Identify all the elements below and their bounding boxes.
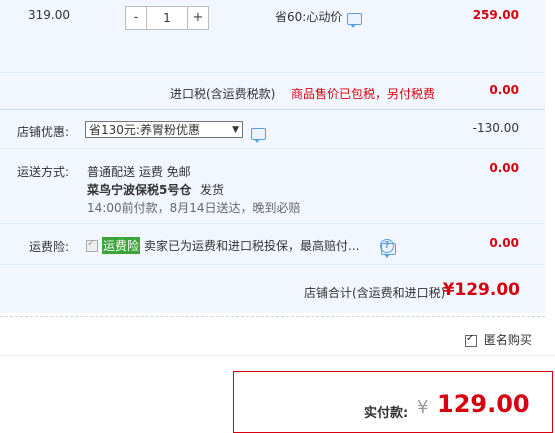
qty-plus-button[interactable]: + — [187, 6, 209, 30]
question-circle-icon[interactable]: ? — [380, 239, 394, 253]
shipping-warehouse: 菜鸟宁波保税5号仓 — [87, 183, 192, 197]
anonymous-checkbox[interactable] — [465, 333, 477, 347]
item-row: 319.00 - 1 + 省60:心动价 259.00 — [0, 0, 545, 72]
chat-bubble-icon[interactable] — [251, 127, 266, 143]
insurance-desc: 卖家已为运费和进口税投保，最高赔付... — [144, 239, 360, 253]
anonymous-label: 匿名购买 — [483, 333, 532, 347]
import-tax-row: 进口税(含运费税款) 商品售价已包税，另付税费 0.00 — [0, 73, 545, 109]
quantity-stepper: - 1 + — [125, 6, 209, 30]
shipping-ship-text: 发货 — [200, 183, 225, 197]
insurance-label: 运费险: — [29, 240, 70, 254]
item-subtotal: 259.00 — [472, 8, 519, 22]
qty-minus-button[interactable]: - — [125, 6, 147, 30]
payment-label: 实付款: — [364, 406, 409, 421]
shipping-method: 普通配送 运费 免邮 — [87, 165, 191, 179]
insurance-value: 0.00 — [489, 236, 519, 250]
import-tax-label: 进口税(含运费税款) — [170, 87, 276, 101]
store-total-row: 店铺合计(含运费和进口税) ¥129.00 — [0, 265, 545, 313]
import-tax-value: 0.00 — [489, 83, 519, 97]
payment-currency: ¥ — [417, 397, 429, 418]
payment-box: 实付款: ¥ 129.00 — [233, 371, 553, 433]
store-total-value: ¥129.00 — [442, 280, 520, 300]
payment-amount: 129.00 — [437, 390, 530, 418]
store-discount-row: 店铺优惠: -130.00 — [0, 110, 545, 148]
chat-bubble-icon[interactable] — [347, 12, 362, 28]
shipping-value: 0.00 — [489, 161, 519, 175]
section-divider — [0, 355, 555, 356]
store-total-label: 店铺合计(含运费和进口税) — [304, 286, 446, 300]
section-divider — [0, 316, 545, 317]
import-tax-note: 商品售价已包税，另付税费 — [291, 87, 436, 101]
store-discount-value: -130.00 — [472, 121, 519, 135]
store-discount-select[interactable]: 省130元:养胃粉优惠 ▼ — [85, 121, 243, 138]
chevron-down-icon: ▼ — [232, 125, 239, 135]
insurance-tag: 运费险 — [102, 237, 141, 254]
qty-input[interactable]: 1 — [147, 6, 187, 30]
store-discount-selected: 省130元:养胃粉优惠 — [89, 123, 200, 137]
store-discount-label: 店铺优惠: — [17, 125, 70, 139]
insurance-row: 运费险: 运费险 卖家已为运费和进口税投保，最高赔付... ? 0.00 — [0, 224, 545, 264]
saving-text: 省60:心动价 — [275, 10, 343, 24]
insurance-checkbox — [86, 238, 98, 252]
shipping-label: 运送方式: — [17, 165, 70, 179]
shipping-row: 运送方式: 普通配送 运费 免邮 菜鸟宁波保税5号仓 发货 14:00前付款，8… — [0, 149, 545, 223]
anonymous-purchase[interactable]: 匿名购买 — [465, 331, 532, 348]
shipping-delivery-note: 14:00前付款，8月14日送达，晚到必赔 — [87, 201, 301, 215]
unit-price: 319.00 — [28, 8, 70, 22]
